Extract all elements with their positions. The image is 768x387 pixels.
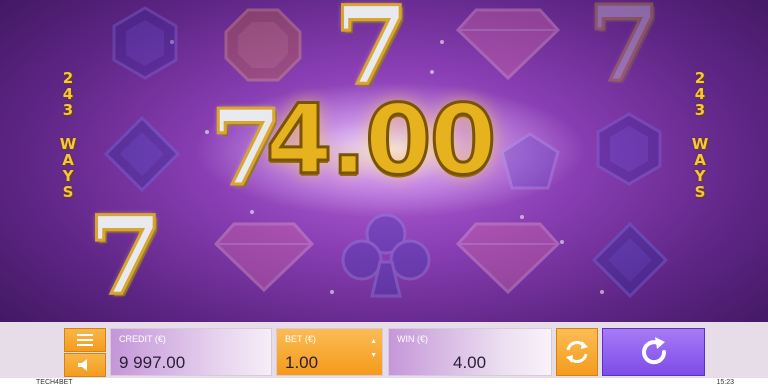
sparkle [250,210,254,214]
bet-label: BET (€) [285,334,316,344]
win-label: WIN (€) [397,334,428,344]
sparkle [430,70,434,74]
speaker-icon [78,359,87,371]
sparkle [560,240,564,244]
seven-symbol-icon: 7 [86,193,164,319]
sparkle [440,40,444,44]
hexagon-gem-icon [596,112,662,186]
diamond-icon [456,8,560,80]
autoplay-button[interactable] [556,328,598,376]
diamond-icon [214,222,314,292]
sparkle [520,215,524,219]
sparkle [330,290,334,294]
clock-label: 15:23 [716,379,734,386]
ways-label-left: 243 WAYS [59,69,77,201]
sound-button[interactable] [64,353,106,377]
bet-increase-icon[interactable]: ▲ [370,335,377,349]
win-amount-display: 4.00 [264,84,498,196]
diamond-gem-icon [104,116,180,192]
sparkle [205,130,209,134]
diamond-icon [456,222,560,294]
brand-label: TECH4BET [36,379,73,386]
menu-button[interactable] [64,328,106,352]
spin-icon [641,337,666,365]
credit-value: 9 997.00 [119,353,186,372]
game-stage: 7 7 7 7 243 WAYS 243 WAYS 4.00 [0,0,768,322]
credit-label: CREDIT (€) [119,334,166,344]
octagon-gem-icon [224,8,302,82]
club-icon [341,213,431,298]
diamond-gem-icon [592,222,668,298]
bet-stepper[interactable]: ▲ ▼ [370,335,377,363]
credit-panel: CREDIT (€) 9 997.00 [110,328,272,376]
win-value: 4.00 [453,353,487,372]
spin-button[interactable] [602,328,705,376]
bet-decrease-icon[interactable]: ▼ [370,349,377,363]
bet-panel[interactable]: BET (€) 1.00 ▲ ▼ [276,328,383,376]
menu-icon [77,334,93,346]
ways-label-right: 243 WAYS [691,69,709,201]
win-panel: WIN (€) 4.00 [388,328,552,376]
bet-value: 1.00 [285,353,319,372]
hexagon-gem-icon [112,6,178,80]
status-footer: TECH4BET 15:23 [0,378,768,387]
autoplay-icon [566,341,588,363]
seven-symbol-icon: 7 [586,0,661,105]
